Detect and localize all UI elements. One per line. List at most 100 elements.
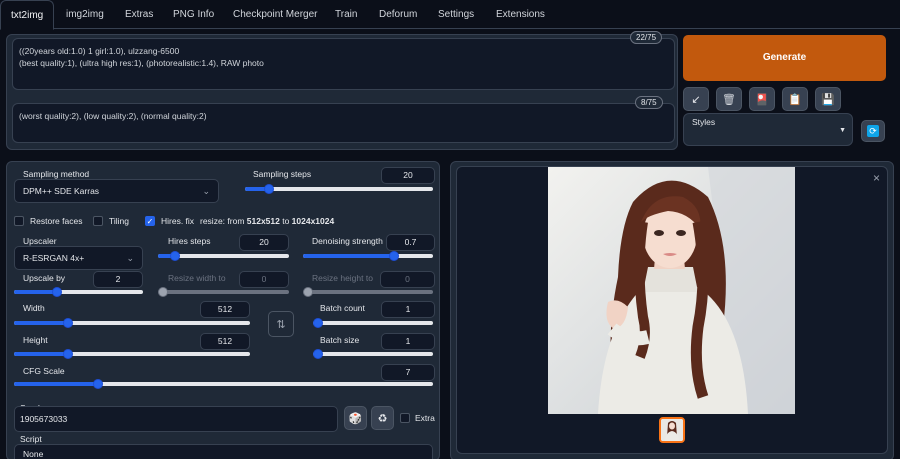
tab-deforum[interactable]: Deforum [369, 0, 427, 29]
tab-extras[interactable]: Extras [115, 0, 163, 29]
width-slider[interactable] [14, 317, 250, 329]
hires-steps-label: Hires steps [168, 236, 211, 246]
resize-prefix: resize: from [200, 216, 247, 226]
reuse-seed-button[interactable]: ♻ [371, 406, 394, 430]
slider-handle[interactable] [92, 379, 103, 389]
generate-button[interactable]: Generate [683, 35, 886, 81]
extra-seed-option[interactable]: Extra [400, 413, 435, 423]
resize-from: 512x512 [246, 216, 280, 226]
extra-seed-label: Extra [415, 413, 435, 423]
save-icon[interactable]: 💾 [815, 87, 841, 111]
close-icon[interactable]: × [873, 171, 880, 185]
cfg-scale-slider[interactable] [14, 378, 433, 390]
extra-seed-checkbox[interactable] [400, 413, 410, 423]
tab-png-info[interactable]: PNG Info [163, 0, 224, 29]
trash-icon[interactable]: 🗑 [716, 87, 742, 111]
width-input[interactable]: 512 [200, 301, 250, 318]
slider-handle[interactable] [264, 184, 275, 194]
tab-train[interactable]: Train [325, 0, 367, 29]
slider-handle[interactable] [303, 287, 313, 297]
random-seed-button[interactable]: 🎲 [344, 406, 367, 430]
clipboard-glyph: 📋 [788, 93, 802, 106]
hires-fix-option[interactable]: ✓ Hires. fix [145, 216, 194, 226]
slider-track [313, 321, 433, 325]
tab-settings[interactable]: Settings [428, 0, 484, 29]
tiling-option[interactable]: Tiling [93, 216, 129, 226]
slider-fill [14, 352, 69, 356]
denoising-strength-slider[interactable] [303, 250, 433, 262]
styles-label: Styles [692, 117, 716, 127]
refresh-icon: ⟳ [867, 125, 879, 137]
generated-image[interactable] [548, 167, 795, 414]
portrait-illustration [548, 167, 795, 414]
seed-input[interactable]: 1905673033 [14, 406, 338, 432]
brush-icon[interactable]: ↙ [683, 87, 709, 111]
width-label: Width [23, 303, 45, 313]
brush-glyph: ↙ [691, 93, 701, 106]
hires-fix-checkbox[interactable]: ✓ [145, 216, 155, 226]
cfg-scale-label: CFG Scale [23, 366, 65, 376]
swap-dimensions-button[interactable]: ⇅ [268, 311, 294, 337]
tab-txt2img[interactable]: txt2img [0, 0, 55, 30]
height-slider[interactable] [14, 348, 250, 360]
toolbar: ↙ 🗑 🎴 📋 💾 [683, 87, 841, 111]
sampling-steps-label: Sampling steps [253, 169, 312, 179]
thumbnail-illustration [661, 419, 683, 441]
tab-img2img[interactable]: img2img [56, 0, 114, 29]
slider-fill [14, 382, 98, 386]
sampling-steps-input[interactable]: 20 [381, 167, 435, 184]
resize-info: resize: from 512x512 to 1024x1024 [200, 216, 334, 226]
resize-width-label: Resize width to [168, 273, 226, 283]
hires-steps-input[interactable]: 20 [239, 234, 289, 251]
clipboard-icon[interactable]: 📋 [782, 87, 808, 111]
restore-faces-checkbox[interactable] [14, 216, 24, 226]
slider-handle[interactable] [313, 318, 323, 328]
batch-count-label: Batch count [320, 303, 365, 313]
negative-prompt-input[interactable]: (worst quality:2), (low quality:2), (nor… [12, 103, 675, 143]
resize-width-slider [158, 286, 289, 298]
negative-prompt-token-counter: 8/75 [635, 96, 663, 109]
restore-faces-option[interactable]: Restore faces [14, 216, 82, 226]
tab-bar: txt2img img2img Extras PNG Info Checkpoi… [0, 0, 900, 30]
slider-handle[interactable] [389, 251, 399, 261]
slider-handle[interactable] [63, 349, 74, 359]
upscaler-label: Upscaler [23, 236, 57, 246]
batch-count-slider[interactable] [313, 317, 433, 329]
dice-icon: 🎲 [348, 412, 363, 425]
slider-track [303, 290, 433, 294]
denoising-strength-input[interactable]: 0.7 [386, 234, 435, 251]
tiling-label: Tiling [109, 216, 129, 226]
upscale-by-slider[interactable] [14, 286, 143, 298]
tab-checkpoint-merger[interactable]: Checkpoint Merger [223, 0, 327, 29]
slider-handle[interactable] [313, 349, 323, 359]
sampling-steps-slider[interactable] [245, 183, 433, 195]
sampling-method-value: DPM++ SDE Karras [23, 186, 100, 196]
trash-glyph: 🗑 [722, 93, 736, 106]
tiling-checkbox[interactable] [93, 216, 103, 226]
slider-handle[interactable] [51, 287, 62, 297]
batch-count-input[interactable]: 1 [381, 301, 435, 318]
refresh-styles-button[interactable]: ⟳ [861, 120, 885, 142]
script-dropdown[interactable]: None [14, 444, 433, 459]
resize-height-label: Resize height to [312, 273, 373, 283]
slider-handle[interactable] [170, 251, 181, 261]
slider-handle[interactable] [158, 287, 168, 297]
slider-handle[interactable] [63, 318, 74, 328]
upscaler-dropdown[interactable]: R-ESRGAN 4x+ ⌄ [14, 246, 143, 270]
hires-fix-label: Hires. fix [161, 216, 195, 226]
batch-size-slider[interactable] [313, 348, 433, 360]
restore-faces-label: Restore faces [30, 216, 83, 226]
height-label: Height [23, 335, 48, 345]
style-icon[interactable]: 🎴 [749, 87, 775, 111]
denoising-strength-label: Denoising strength [312, 236, 383, 246]
chevron-down-icon: ⌄ [126, 253, 134, 263]
thumbnail-image[interactable] [659, 417, 685, 443]
prompt-input[interactable]: ((20years old:1.0) 1 girl:1.0), ulzzang-… [12, 38, 675, 90]
styles-panel: Styles ▼ [683, 113, 853, 146]
slider-fill [14, 321, 69, 325]
slider-track [313, 352, 433, 356]
hires-steps-slider[interactable] [158, 250, 289, 262]
styles-dropdown[interactable]: ▼ [684, 127, 852, 145]
tab-extensions[interactable]: Extensions [486, 0, 555, 29]
sampling-method-dropdown[interactable]: DPM++ SDE Karras ⌄ [14, 179, 219, 203]
